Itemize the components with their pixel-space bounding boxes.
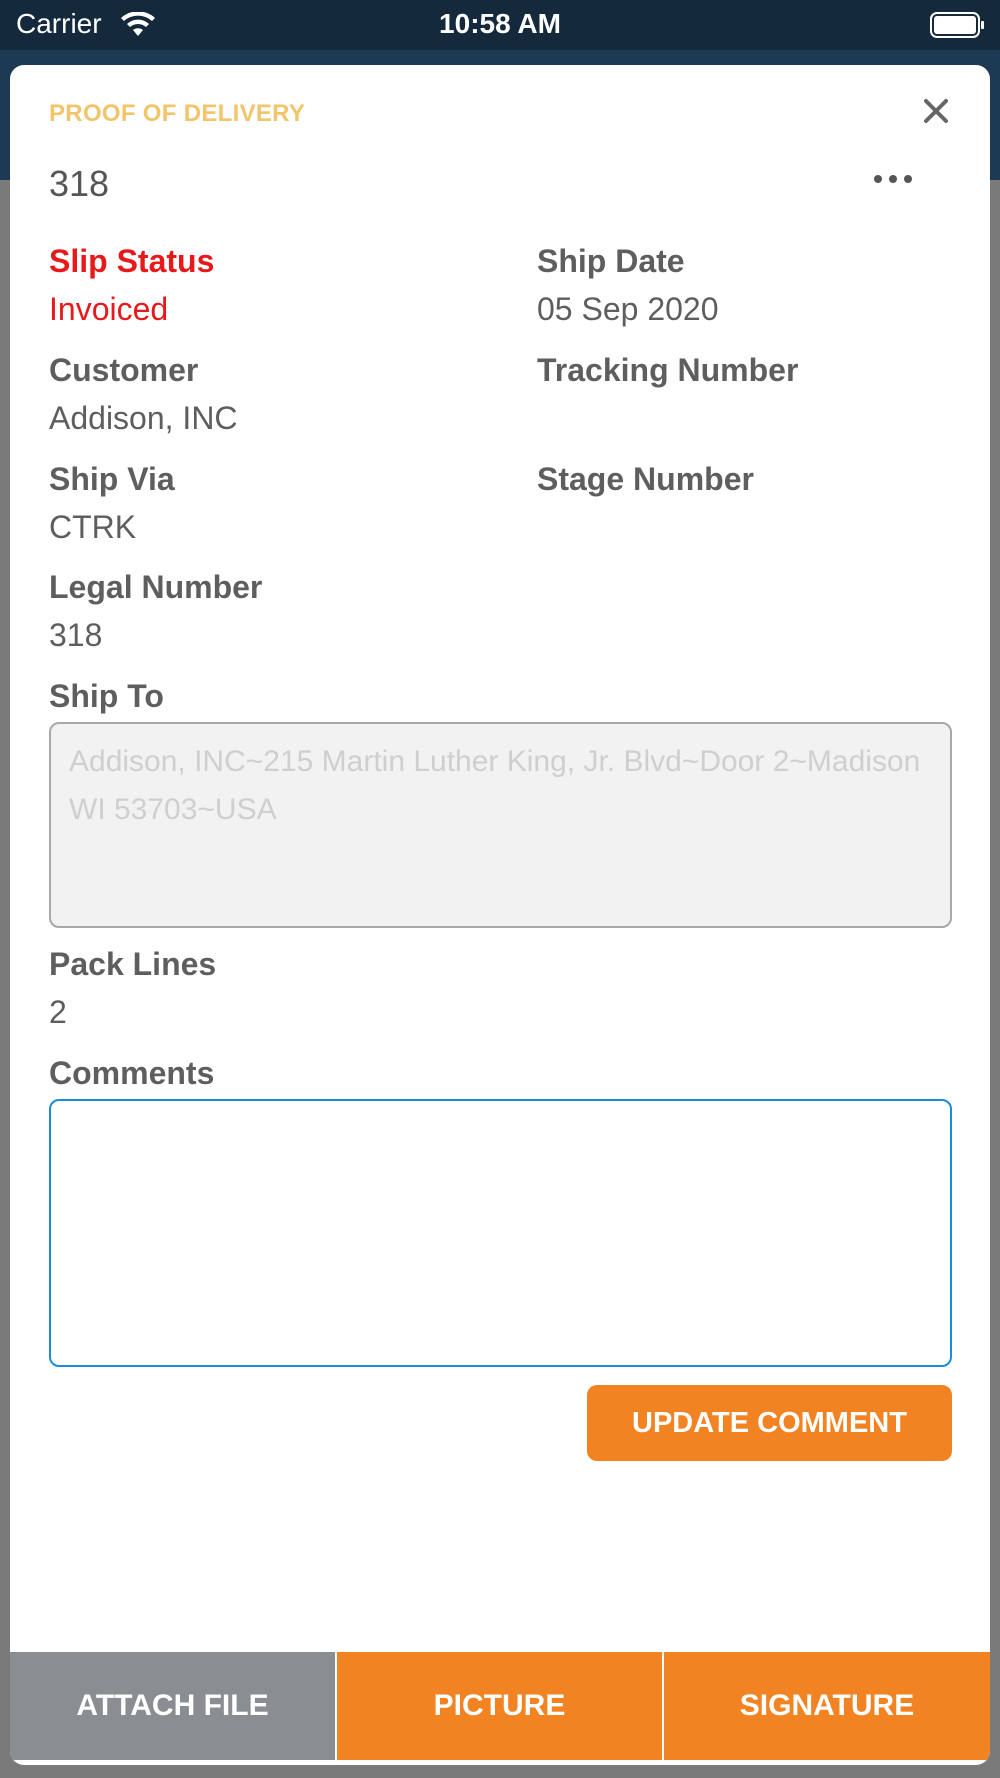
close-button[interactable] — [918, 95, 954, 131]
customer-label: Customer — [49, 352, 199, 388]
status-bar: Carrier 10:58 AM — [0, 0, 1000, 50]
more-icon — [873, 171, 913, 189]
attach-file-button[interactable]: ATTACH FILE — [10, 1652, 335, 1760]
more-options-button[interactable] — [868, 165, 918, 195]
pack-lines-label: Pack Lines — [49, 946, 217, 982]
proof-of-delivery-sheet: PROOF OF DELIVERY 318 Slip Status Invoic… — [10, 65, 990, 1765]
comments-input[interactable] — [49, 1099, 952, 1367]
slip-status-value: Invoiced — [49, 291, 169, 327]
ship-date-value: 05 Sep 2020 — [537, 291, 719, 327]
bottom-action-bar: ATTACH FILE PICTURE SIGNATURE — [10, 1652, 990, 1765]
battery-icon — [930, 12, 986, 43]
ship-date-label: Ship Date — [537, 243, 685, 279]
legal-number-value: 318 — [49, 617, 103, 653]
ship-via-value: CTRK — [49, 509, 137, 545]
slip-status-label: Slip Status — [49, 243, 215, 279]
update-comment-button[interactable]: UPDATE COMMENT — [587, 1385, 952, 1461]
stage-number-label: Stage Number — [537, 461, 754, 497]
comments-label: Comments — [49, 1055, 215, 1091]
clock: 10:58 AM — [439, 8, 561, 39]
close-icon — [923, 98, 949, 129]
ship-to-field[interactable]: Addison, INC~215 Martin Luther King, Jr.… — [49, 722, 952, 928]
tracking-number-label: Tracking Number — [537, 352, 799, 388]
customer-value: Addison, INC — [49, 400, 238, 436]
ship-via-label: Ship Via — [49, 461, 175, 497]
signature-button[interactable]: SIGNATURE — [664, 1652, 990, 1760]
ship-to-label: Ship To — [49, 678, 164, 714]
record-number: 318 — [49, 163, 110, 204]
legal-number-label: Legal Number — [49, 569, 263, 605]
pack-lines-value: 2 — [49, 994, 67, 1030]
sheet-title: PROOF OF DELIVERY — [49, 100, 306, 127]
picture-button[interactable]: PICTURE — [337, 1652, 662, 1760]
